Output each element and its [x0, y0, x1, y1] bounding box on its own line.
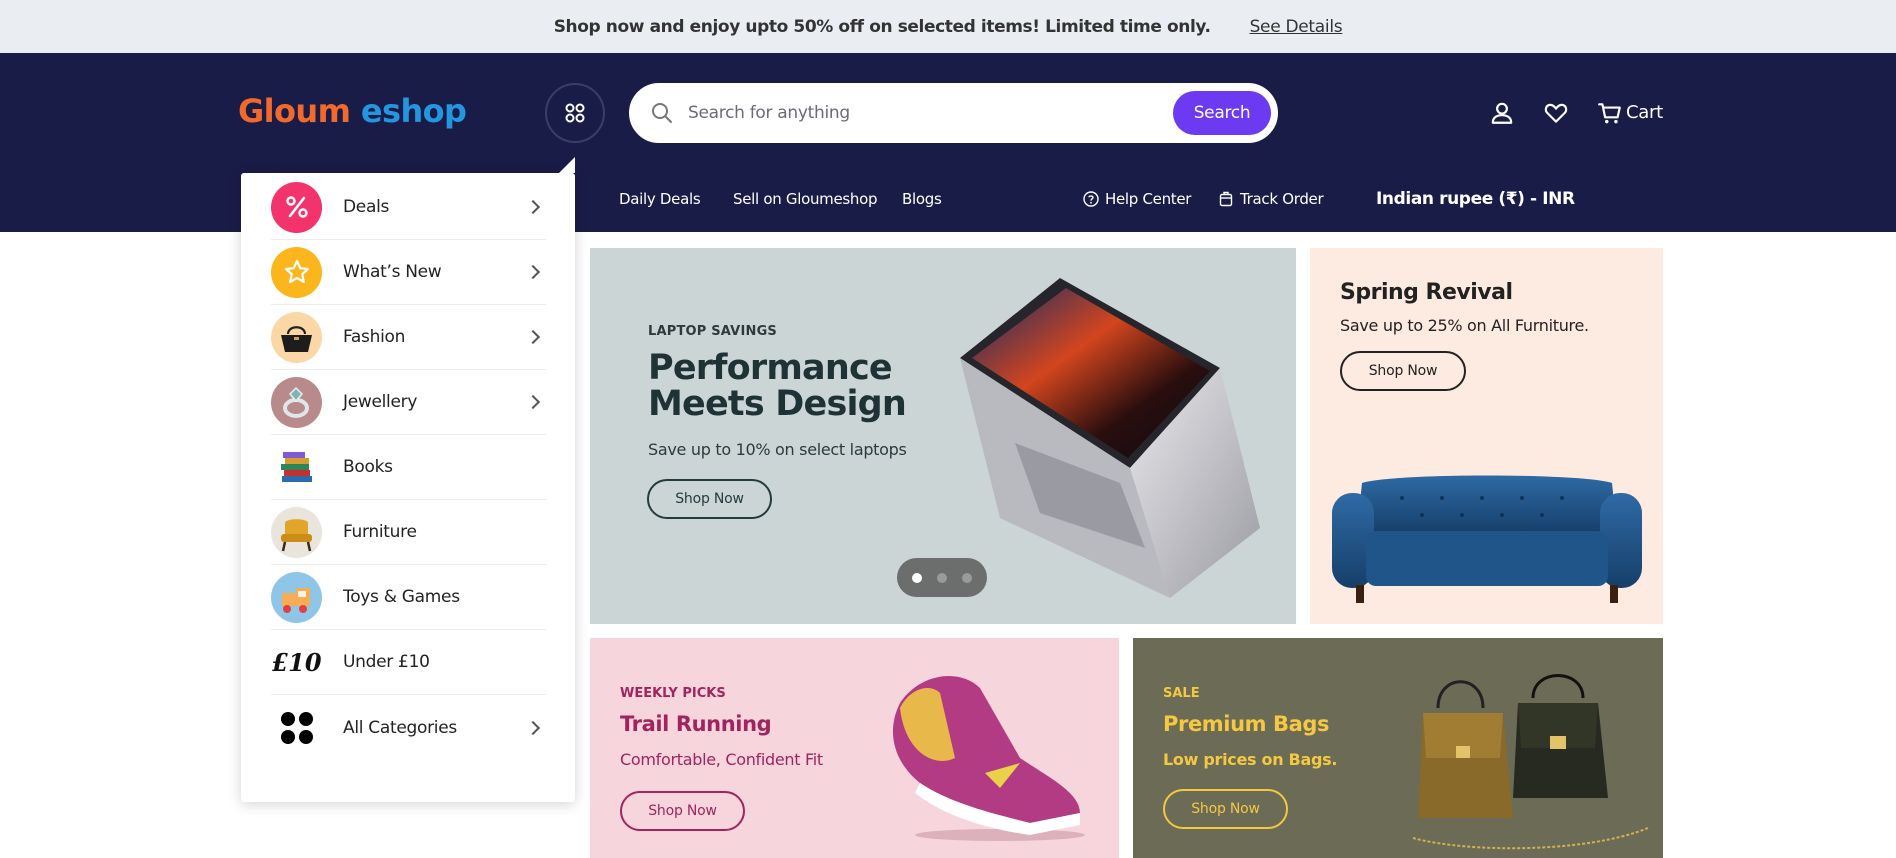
nav-daily-deals[interactable]: Daily Deals [619, 190, 701, 208]
category-label: Furniture [343, 522, 417, 542]
handbags-image [1412, 674, 1649, 850]
help-center-link[interactable]: Help Center [1083, 190, 1191, 208]
category-books[interactable]: Books [271, 435, 546, 500]
help-center-label: Help Center [1105, 190, 1192, 208]
search-icon [652, 103, 672, 123]
carousel-dot[interactable] [937, 572, 947, 583]
see-details-link[interactable]: See Details [1250, 17, 1343, 37]
category-fashion[interactable]: Fashion [271, 305, 546, 370]
promo-text: Shop now and enjoy upto 50% off on selec… [553, 16, 1211, 37]
spring-banner[interactable]: Spring Revival Save up to 25% on All Fur… [1310, 248, 1663, 624]
category-whats-new[interactable]: What’s New [271, 240, 546, 305]
hero-shop-now-button[interactable]: Shop Now [647, 479, 772, 519]
category-jewellery[interactable]: Jewellery [271, 370, 546, 435]
pound-10-icon: £10 [271, 637, 322, 688]
category-label: Deals [343, 197, 390, 217]
hero-title: Performance Meets Design [648, 348, 907, 424]
ring-icon [271, 376, 322, 428]
promo-bar: Shop now and enjoy upto 50% off on selec… [0, 0, 1896, 53]
track-order-link[interactable]: Track Order [1218, 190, 1324, 208]
bags-shop-now-button[interactable]: Shop Now [1163, 789, 1288, 829]
chevron-right-icon [525, 264, 541, 280]
cart-icon[interactable] [1597, 100, 1623, 126]
category-label: Books [343, 457, 393, 477]
logo-part1: Gloum [238, 92, 351, 130]
categories-menu-button[interactable] [545, 83, 605, 143]
percent-icon [271, 181, 322, 233]
sofa-image [1332, 475, 1642, 603]
shoe-shop-now-button[interactable]: Shop Now [620, 791, 745, 831]
spring-subtitle: Save up to 25% on All Furniture. [1340, 316, 1589, 335]
chevron-right-icon [525, 199, 541, 215]
search-button[interactable]: Search [1173, 91, 1271, 135]
user-icon[interactable] [1489, 100, 1515, 126]
bags-subtitle: Low prices on Bags. [1163, 750, 1338, 769]
hero-eyebrow: LAPTOP SAVINGS [648, 324, 777, 339]
bags-title: Premium Bags [1163, 712, 1330, 736]
cart-label[interactable]: Cart [1626, 102, 1663, 123]
category-dropdown: Deals What’s New Fashion Jewellery Books… [241, 157, 575, 802]
package-icon [1219, 191, 1233, 207]
chevron-right-icon [525, 720, 541, 735]
search-bar: Search [629, 83, 1278, 143]
pound-10-text: £10 [271, 647, 322, 677]
chair-icon [271, 506, 322, 558]
hero-banner[interactable]: LAPTOP SAVINGS Performance Meets Design … [590, 248, 1296, 624]
premium-bags-banner[interactable]: SALE Premium Bags Low prices on Bags. Sh… [1133, 638, 1663, 858]
heart-icon[interactable] [1543, 100, 1569, 126]
grid-dots-icon [271, 702, 322, 753]
sneaker-image [892, 676, 1085, 841]
currency-selector[interactable]: Indian rupee (₹) - INR [1376, 189, 1575, 209]
category-under-10[interactable]: £10 Under £10 [271, 630, 546, 695]
trail-running-banner[interactable]: WEEKLY PICKS Trail Running Comfortable, … [590, 638, 1119, 858]
category-label: Toys & Games [343, 587, 460, 607]
nav-blogs[interactable]: Blogs [902, 190, 942, 208]
help-icon [1083, 191, 1099, 207]
logo-part2: eshop [360, 92, 467, 130]
hero-subtitle: Save up to 10% on select laptops [648, 440, 907, 459]
category-label: Fashion [343, 327, 406, 347]
bags-eyebrow: SALE [1163, 686, 1200, 701]
nav-sell[interactable]: Sell on Gloumeshop [733, 190, 878, 208]
spring-shop-now-button[interactable]: Shop Now [1340, 351, 1466, 391]
shoe-title: Trail Running [620, 712, 772, 736]
shoe-eyebrow: WEEKLY PICKS [620, 686, 726, 701]
category-toys-games[interactable]: Toys & Games [271, 565, 546, 630]
laptop-image [960, 278, 1260, 598]
handbag-icon [271, 311, 322, 363]
toy-train-icon [271, 571, 322, 623]
grid-icon [565, 103, 585, 123]
star-icon [271, 246, 322, 298]
category-label: Under £10 [343, 652, 430, 672]
category-all[interactable]: All Categories [271, 695, 546, 760]
search-input[interactable] [688, 103, 1158, 123]
books-icon [271, 441, 322, 493]
carousel-dot[interactable] [962, 572, 972, 583]
logo[interactable]: Gloum eshop [238, 92, 467, 130]
chevron-right-icon [525, 329, 541, 345]
category-deals[interactable]: Deals [271, 175, 546, 240]
carousel-dot[interactable] [912, 572, 922, 583]
carousel-dots [897, 558, 987, 597]
shoe-subtitle: Comfortable, Confident Fit [620, 750, 823, 769]
category-label: What’s New [343, 262, 442, 282]
track-order-label: Track Order [1240, 190, 1324, 208]
category-label: All Categories [343, 717, 457, 738]
category-furniture[interactable]: Furniture [271, 500, 546, 565]
chevron-right-icon [525, 394, 541, 410]
spring-title: Spring Revival [1340, 280, 1513, 305]
category-label: Jewellery [343, 392, 418, 412]
